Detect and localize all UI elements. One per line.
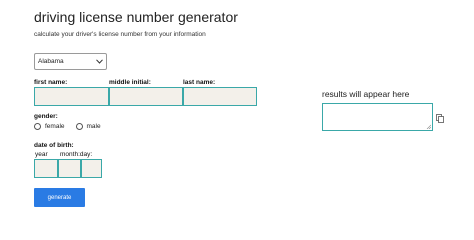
first-name-input[interactable] — [34, 87, 109, 106]
gender-label: gender: — [34, 113, 58, 120]
chevron-down-icon — [94, 57, 104, 67]
dob-year-label: year — [35, 151, 48, 158]
page-subtitle: calculate your driver's license number f… — [34, 31, 206, 38]
gender-female-label: female — [45, 123, 65, 130]
results-output[interactable] — [322, 103, 433, 131]
dob-month-day-label: month:day: — [60, 151, 93, 158]
gender-male-radio[interactable] — [75, 123, 83, 130]
results-label: results will appear here — [322, 89, 410, 99]
state-select[interactable]: Alabama — [34, 53, 107, 70]
gender-female-radio[interactable] — [34, 123, 41, 130]
generate-button[interactable]: generate — [34, 188, 85, 207]
last-name-input[interactable] — [183, 87, 257, 106]
gender-male-label: male — [86, 123, 101, 130]
first-name-label: first name: — [34, 79, 68, 86]
resize-grip-icon[interactable] — [426, 124, 431, 129]
gender-options: female male — [34, 123, 112, 130]
dob-label: date of birth: — [34, 142, 74, 149]
dob-month-input[interactable] — [58, 159, 81, 178]
generator-page: driving license number generator calcula… — [0, 0, 474, 218]
page-title: driving license number generator — [34, 9, 238, 25]
copy-icon[interactable] — [436, 114, 444, 123]
middle-initial-label: middle initial: — [109, 79, 151, 86]
last-name-label: last name: — [183, 79, 216, 86]
state-select-value: Alabama — [38, 58, 64, 65]
dob-day-input[interactable] — [81, 159, 102, 178]
dob-year-input[interactable] — [34, 159, 58, 178]
middle-initial-input[interactable] — [109, 87, 183, 106]
